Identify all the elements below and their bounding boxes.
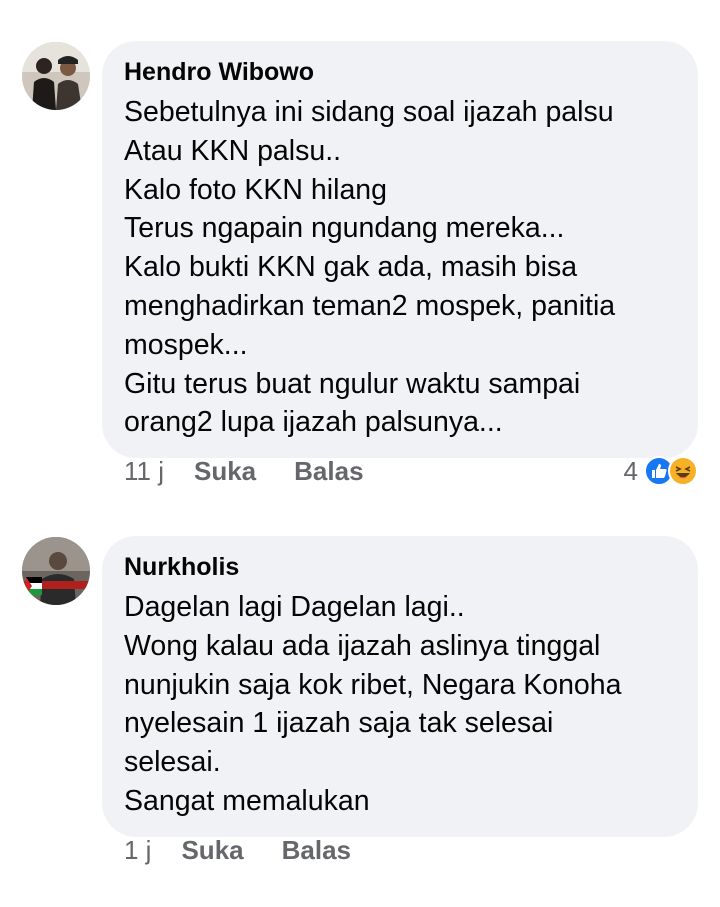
comment-text-line: selesai. [124,746,221,779]
comment-text-line: Sangat memalukan [124,784,370,817]
reaction-summary[interactable]: 4 [624,451,698,491]
comment-text-line: orang2 lupa ijazah palsunya... [124,406,503,439]
reply-button[interactable]: Balas [294,456,363,487]
haha-icon [668,456,698,486]
comment-text-line: Sebetulnya ini sidang soal ijazah palsu [124,96,614,128]
comment-author[interactable]: Nurkholis [124,552,676,582]
comment-text-line: Kalo bukti KKN gak ada, masih bisa [124,251,578,284]
reaction-icons [644,456,698,486]
comment-text-line: nunjukin saja kok ribet, Negara Konoha [124,668,622,701]
reaction-count: 4 [623,455,638,486]
like-button[interactable]: Suka [194,456,256,487]
comment-author[interactable]: Hendro Wibowo [124,57,676,87]
comment-text-line: Kalo foto KKN hilang [124,173,387,206]
comment-timestamp[interactable]: 11 j [124,456,164,487]
comment-text-line: nyelesain 1 ijazah saja tak selesai [124,707,554,740]
comment-bubble: Nurkholis Dagelan lagi Dagelan lagi.. Wo… [102,536,698,837]
like-button[interactable]: Suka [181,835,243,866]
avatar-photo [22,537,90,605]
comment-text-line: Atau KKN palsu.. [124,134,342,167]
comment-bubble: Hendro Wibowo Sebetulnya ini sidang soal… [102,41,698,459]
avatar[interactable] [22,537,90,605]
comment-actions: 1 j Suka Balas [124,830,389,870]
comment-text-line: menghadirkan teman2 mospek, panitia [124,289,616,322]
comment-text-line: Dagelan lagi Dagelan lagi.. [124,591,465,623]
comment-actions: 11 j Suka Balas [124,451,402,491]
avatar-photo [22,42,90,110]
comment-text-line: Terus ngapain ngundang mereka... [124,212,565,245]
reply-button[interactable]: Balas [282,835,351,866]
comment-text-line: Gitu terus buat ngulur waktu sampai [124,367,581,400]
comment-text-line: Wong kalau ada ijazah aslinya tinggal [124,629,601,662]
comment-timestamp[interactable]: 1 j [124,835,151,866]
comment-text-line: mospek... [124,328,248,361]
avatar[interactable] [22,42,90,110]
